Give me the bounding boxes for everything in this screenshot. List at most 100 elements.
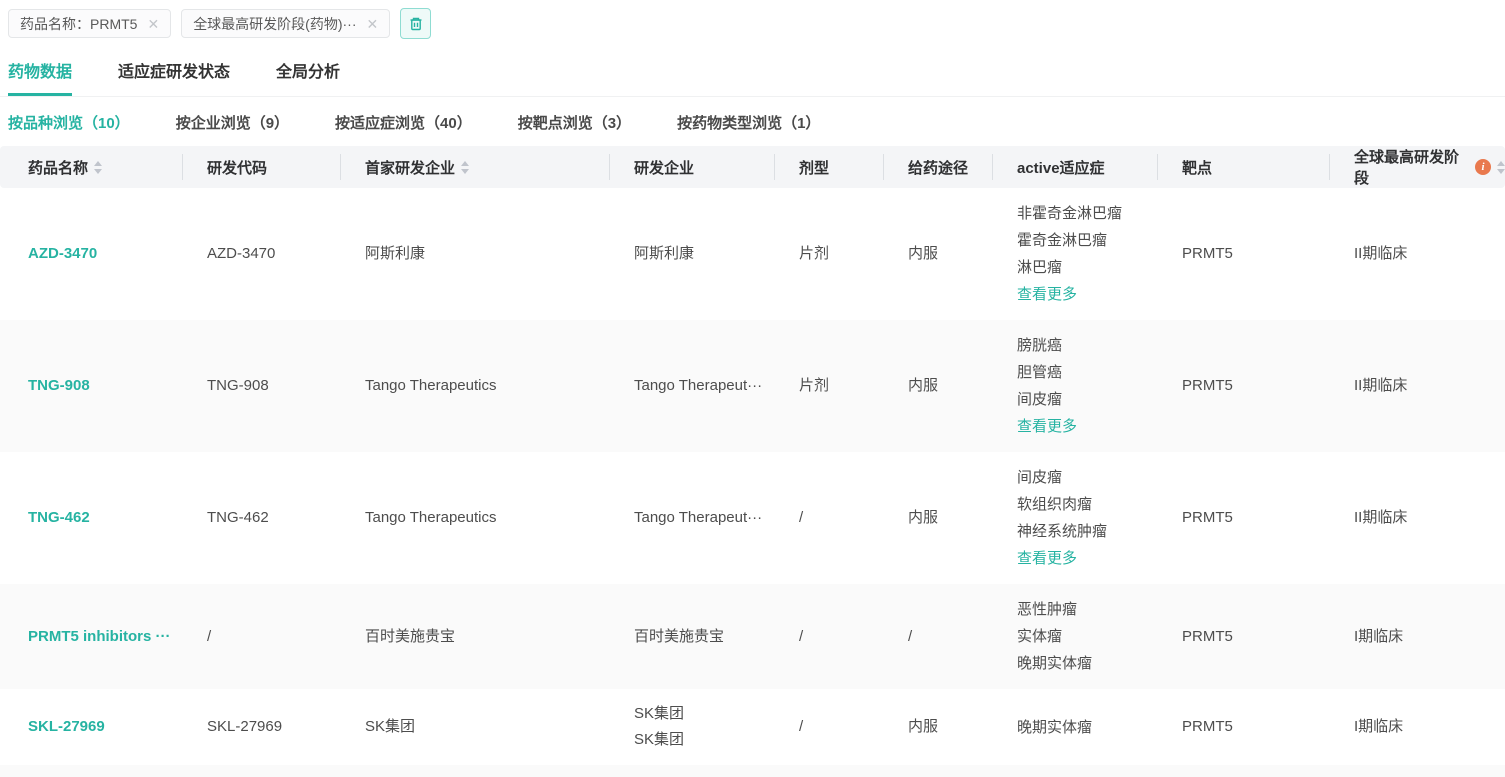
drug-name-link[interactable]: SKL-27969 <box>28 718 105 735</box>
drug-name-link[interactable]: TNG-462 <box>28 509 90 526</box>
indications-cell: 晚期实体瘤 <box>993 702 1158 753</box>
col-label: 研发企业 <box>634 157 694 178</box>
col-label: 靶点 <box>1182 157 1212 178</box>
view-more-link[interactable]: 查看更多 <box>1017 281 1148 308</box>
table-row: TNG-908 TNG-908 Tango Therapeutics Tango… <box>0 320 1505 452</box>
filter-chip-label: 药品名称：PRMT5 <box>20 14 137 34</box>
table-row: AZD-3470 AZD-3470 阿斯利康 阿斯利康 片剂 内服 非霍奇金淋巴… <box>0 188 1505 320</box>
target-cell: PRMT5 <box>1158 361 1330 411</box>
sort-icon[interactable] <box>1497 161 1505 174</box>
col-header-company: 研发企业 <box>610 146 775 188</box>
view-more-link[interactable]: 查看更多 <box>1017 413 1148 440</box>
drug-name-link[interactable]: PRMT5 inhibitors ··· <box>28 628 171 645</box>
table-row: PRMT5 inhibitors ··· / 百时美施贵宝 百时美施贵宝 / /… <box>0 584 1505 689</box>
target-cell: PRMT5 <box>1158 612 1330 662</box>
tab-global-analysis[interactable]: 全局分析 <box>276 58 340 96</box>
rd-code-cell: AZD-3470 <box>183 229 341 279</box>
close-icon[interactable]: ✕ <box>147 17 159 31</box>
drug-name-link[interactable]: AZD-3470 <box>28 245 97 262</box>
clear-filters-button[interactable] <box>400 8 431 39</box>
subtab-by-indication[interactable]: 按适应症浏览（40） <box>335 112 472 133</box>
col-label: 药品名称 <box>28 157 88 178</box>
company-cell: Tango Therapeut··· <box>610 493 775 543</box>
table-header: 药品名称 研发代码 首家研发企业 研发企业 剂型 给药途径 active适应症 … <box>0 146 1505 188</box>
trash-icon <box>408 16 424 32</box>
rd-code-cell: TNG-462 <box>183 493 341 543</box>
indication: 胆管癌 <box>1017 359 1148 386</box>
route-cell: / <box>884 612 993 662</box>
tab-drug-data[interactable]: 药物数据 <box>8 58 72 96</box>
indication: 软组织肉瘤 <box>1017 491 1148 518</box>
info-icon[interactable]: i <box>1475 159 1491 175</box>
table-row: TNG-462 TNG-462 Tango Therapeutics Tango… <box>0 452 1505 584</box>
view-more-link[interactable]: 查看更多 <box>1017 545 1148 572</box>
indication: 非霍奇金淋巴瘤 <box>1017 200 1148 227</box>
indications-cell: 膀胱癌 胆管癌 间皮瘤 查看更多 <box>993 320 1158 452</box>
col-header-drug-name: 药品名称 <box>0 146 183 188</box>
indication: 膀胱癌 <box>1017 332 1148 359</box>
indication: 霍奇金淋巴瘤 <box>1017 227 1148 254</box>
close-icon[interactable]: ✕ <box>367 17 379 31</box>
indications-cell: 间皮瘤 软组织肉瘤 神经系统肿瘤 查看更多 <box>993 452 1158 584</box>
company-line: SK集团 <box>634 701 765 727</box>
col-header-rd-code: 研发代码 <box>183 146 341 188</box>
col-header-highest-stage: 全球最高研发阶段 i <box>1330 146 1505 188</box>
browse-subtabs: 按品种浏览（10） 按企业浏览（9） 按适应症浏览（40） 按靶点浏览（3） 按… <box>0 112 1505 133</box>
company-cell: 阿斯利康 <box>610 229 775 279</box>
first-company-cell: 阿斯利康 <box>341 229 610 279</box>
subtab-by-target[interactable]: 按靶点浏览（3） <box>518 112 631 133</box>
company-cell: SK集团 SK集团 <box>610 689 775 765</box>
indication: 淋巴瘤 <box>1017 254 1148 281</box>
target-cell: PRMT5 <box>1158 702 1330 752</box>
dosage-form-cell: / <box>775 493 884 543</box>
filter-chip-drug-name: 药品名称：PRMT5 ✕ <box>8 9 171 38</box>
rd-code-cell: SKL-27969 <box>183 702 341 752</box>
company-cell: Tango Therapeut··· <box>610 361 775 411</box>
first-company-cell: SK集团 <box>341 702 610 752</box>
col-label: active适应症 <box>1017 157 1105 178</box>
stage-cell: II期临床 <box>1330 229 1505 279</box>
table-row-partial <box>0 765 1505 777</box>
dosage-form-cell: / <box>775 702 884 752</box>
indication: 晚期实体瘤 <box>1017 714 1148 741</box>
company-line: SK集团 <box>634 727 765 753</box>
dosage-form-cell: 片剂 <box>775 361 884 411</box>
first-company-cell: Tango Therapeutics <box>341 361 610 411</box>
route-cell: 内服 <box>884 702 993 752</box>
main-tabs: 药物数据 适应症研发状态 全局分析 <box>0 58 1505 97</box>
filter-chip-label: 全球最高研发阶段(药物)··· <box>193 14 356 34</box>
indication: 恶性肿瘤 <box>1017 596 1148 623</box>
route-cell: 内服 <box>884 361 993 411</box>
subtab-by-variety[interactable]: 按品种浏览（10） <box>8 112 130 133</box>
stage-cell: I期临床 <box>1330 702 1505 752</box>
col-header-first-company: 首家研发企业 <box>341 146 610 188</box>
company-cell: 百时美施贵宝 <box>610 612 775 662</box>
indication: 实体瘤 <box>1017 623 1148 650</box>
col-header-target: 靶点 <box>1158 146 1330 188</box>
indications-cell: 恶性肿瘤 实体瘤 晚期实体瘤 <box>993 584 1158 689</box>
col-label: 给药途径 <box>908 157 968 178</box>
drug-table: 药品名称 研发代码 首家研发企业 研发企业 剂型 给药途径 active适应症 … <box>0 146 1505 777</box>
indication: 晚期实体瘤 <box>1017 650 1148 677</box>
route-cell: 内服 <box>884 493 993 543</box>
drug-name-link[interactable]: TNG-908 <box>28 377 90 394</box>
sort-icon[interactable] <box>461 161 469 174</box>
sort-icon[interactable] <box>94 161 102 174</box>
first-company-cell: 百时美施贵宝 <box>341 612 610 662</box>
first-company-cell: Tango Therapeutics <box>341 493 610 543</box>
rd-code-cell: TNG-908 <box>183 361 341 411</box>
col-label: 研发代码 <box>207 157 267 178</box>
stage-cell: II期临床 <box>1330 361 1505 411</box>
indication: 间皮瘤 <box>1017 464 1148 491</box>
tab-indication-rd-status[interactable]: 适应症研发状态 <box>118 58 230 96</box>
stage-cell: I期临床 <box>1330 612 1505 662</box>
filter-bar: 药品名称：PRMT5 ✕ 全球最高研发阶段(药物)··· ✕ <box>0 0 1505 39</box>
dosage-form-cell: / <box>775 612 884 662</box>
col-header-dosage-form: 剂型 <box>775 146 884 188</box>
dosage-form-cell: 片剂 <box>775 229 884 279</box>
subtab-by-company[interactable]: 按企业浏览（9） <box>176 112 289 133</box>
filter-chip-highest-stage: 全球最高研发阶段(药物)··· ✕ <box>181 9 390 38</box>
indications-cell: 非霍奇金淋巴瘤 霍奇金淋巴瘤 淋巴瘤 查看更多 <box>993 188 1158 320</box>
stage-cell: II期临床 <box>1330 493 1505 543</box>
subtab-by-drug-type[interactable]: 按药物类型浏览（1） <box>677 112 820 133</box>
